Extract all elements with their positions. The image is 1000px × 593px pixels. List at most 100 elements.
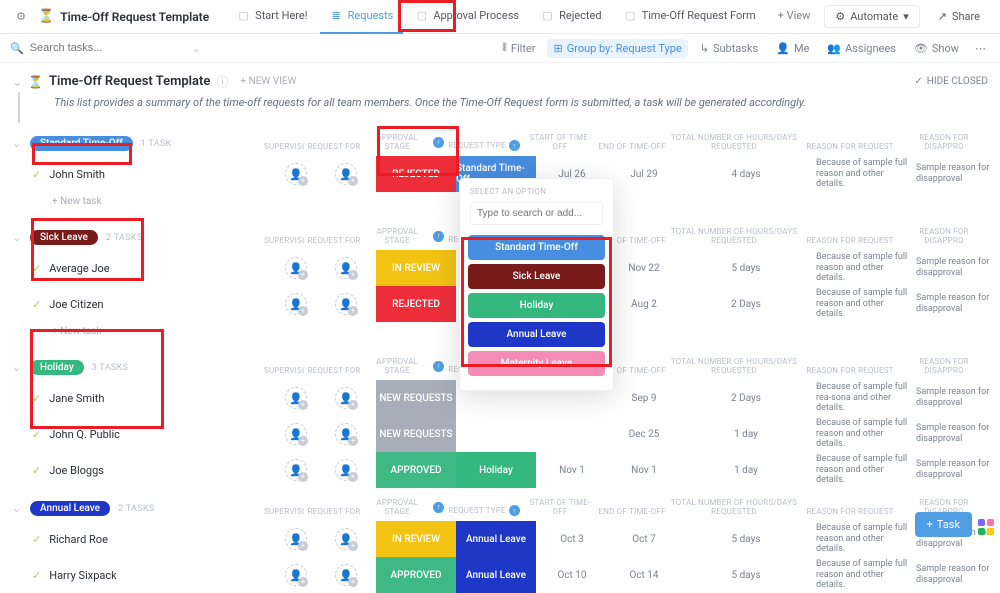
cell-total[interactable]: 5 days [680, 557, 812, 593]
cell-disapproval[interactable]: Sample reason for disapproval [912, 156, 1000, 192]
col-start[interactable]: START OF TIME-OFF [524, 498, 596, 516]
col-total[interactable]: TOTAL NUMBER OF HOURS/DAYS REQUESTED [668, 357, 800, 375]
add-view-button[interactable]: + View [768, 0, 821, 34]
groupby-button[interactable]: ⊞Group by: Request Type [547, 39, 687, 58]
cell-reason[interactable]: Because of sample full rea-sona and othe… [812, 380, 912, 416]
group-toggle-icon[interactable]: ⌄ [12, 502, 30, 515]
col-total[interactable]: TOTAL NUMBER OF HOURS/DAYS REQUESTED [668, 133, 800, 151]
cell-end[interactable]: Dec 25 [608, 416, 680, 452]
info-icon[interactable]: ⓘ [216, 73, 228, 90]
cell-start[interactable]: Nov 1 [536, 452, 608, 488]
cell-end[interactable]: Oct 7 [608, 521, 680, 557]
col-disapproval[interactable]: REASON FOR DISAPPRO [900, 227, 988, 245]
cell-start[interactable] [536, 416, 608, 452]
cell-supervisor[interactable]: 👤+ [276, 156, 316, 192]
share-button[interactable]: ↗Share [928, 6, 990, 27]
cell-request-for[interactable]: 👤+ [316, 452, 376, 488]
assign-avatar[interactable]: 👤+ [335, 163, 357, 185]
col-total[interactable]: TOTAL NUMBER OF HOURS/DAYS REQUESTED [668, 498, 800, 516]
collapse-icon[interactable]: ⌄ [12, 75, 22, 89]
check-icon[interactable]: ✓ [32, 464, 41, 477]
assign-avatar[interactable]: 👤+ [285, 423, 307, 445]
dropdown-option[interactable]: Standard Time-Off [468, 235, 605, 260]
cell-reason[interactable]: Because of sample full reason and other … [812, 286, 912, 322]
col-reason[interactable]: REASON FOR REQUEST [800, 142, 900, 151]
assign-avatar[interactable]: 👤+ [335, 293, 357, 315]
cell-request-for[interactable]: 👤+ [316, 250, 376, 286]
assign-avatar[interactable]: 👤+ [335, 564, 357, 586]
cell-request-type[interactable]: Annual Leave [456, 521, 536, 557]
assign-avatar[interactable]: 👤+ [285, 163, 307, 185]
cell-reason[interactable]: Because of sample full reason and other … [812, 416, 912, 452]
col-end[interactable]: END OF TIME-OFF [596, 507, 668, 516]
cell-request-for[interactable]: 👤+ [316, 380, 376, 416]
automate-button[interactable]: ⚙Automate▾ [824, 5, 919, 28]
cell-supervisor[interactable]: 👤+ [276, 521, 316, 557]
col-supervisor[interactable]: SUPERVISOR [264, 142, 304, 151]
col-reason[interactable]: REASON FOR REQUEST [800, 236, 900, 245]
task-row[interactable]: ✓ Joe Bloggs 👤+ 👤+ APPROVED Holiday Nov … [0, 452, 1000, 488]
tab-start-here[interactable]: ▢Start Here! [227, 0, 317, 34]
col-reason[interactable]: REASON FOR REQUEST [800, 507, 900, 516]
group-chip[interactable]: Holiday [30, 360, 84, 375]
cell-total[interactable]: 2 Days [680, 286, 812, 322]
col-supervisor[interactable]: SUPERVISOR [264, 236, 304, 245]
cell-request-type[interactable]: Annual Leave [456, 557, 536, 593]
cell-supervisor[interactable]: 👤+ [276, 557, 316, 593]
cell-end[interactable]: Nov 1 [608, 452, 680, 488]
tab-requests[interactable]: ≣Requests [320, 0, 404, 34]
group-toggle-icon[interactable]: ⌄ [12, 231, 30, 244]
cell-request-for[interactable]: 👤+ [316, 286, 376, 322]
subtasks-button[interactable]: ↳Subtasks [694, 39, 765, 58]
col-total[interactable]: TOTAL NUMBER OF HOURS/DAYS REQUESTED [668, 227, 800, 245]
cell-approval-stage[interactable]: APPROVED [376, 452, 456, 488]
dropdown-option[interactable]: Maternity Leave [468, 351, 605, 376]
col-request-for[interactable]: REQUEST FOR [304, 142, 364, 151]
col-start[interactable]: START OF TIME-OFF [524, 133, 596, 151]
cell-supervisor[interactable]: 👤+ [276, 416, 316, 452]
col-disapproval[interactable]: REASON FOR DISAPPRO [900, 357, 988, 375]
dropdown-option[interactable]: Sick Leave [468, 264, 605, 289]
cell-supervisor[interactable]: 👤+ [276, 286, 316, 322]
cell-start[interactable]: Oct 10 [536, 557, 608, 593]
cell-disapproval[interactable]: Sample reason for disapproval [912, 416, 1000, 452]
col-disapproval[interactable]: REASON FOR DISAPPRO [900, 133, 988, 151]
assign-avatar[interactable]: 👤+ [285, 459, 307, 481]
assign-avatar[interactable]: 👤+ [335, 459, 357, 481]
check-icon[interactable]: ✓ [32, 298, 41, 311]
filter-button[interactable]: ⫴Filter [496, 38, 541, 58]
settings-icon[interactable]: ⚙ [10, 6, 32, 28]
tab-request-form[interactable]: ▢Time-Off Request Form [614, 0, 766, 34]
cell-supervisor[interactable]: 👤+ [276, 380, 316, 416]
apps-icon[interactable] [976, 517, 996, 537]
cell-total[interactable]: 2 Days [680, 380, 812, 416]
assign-avatar[interactable]: 👤+ [335, 423, 357, 445]
assign-avatar[interactable]: 👤+ [285, 564, 307, 586]
cell-reason[interactable]: Because of sample full reason and other … [812, 521, 912, 557]
check-icon[interactable]: ✓ [32, 533, 41, 546]
group-toggle-icon[interactable]: ⌄ [12, 137, 30, 150]
cell-approval-stage[interactable]: REJECTED [376, 156, 456, 192]
col-request-for[interactable]: REQUEST FOR [304, 366, 364, 375]
assignees-button[interactable]: 👥Assignees [821, 39, 902, 58]
cell-end[interactable]: Nov 22 [608, 250, 680, 286]
assign-avatar[interactable]: 👤+ [335, 528, 357, 550]
check-icon[interactable]: ✓ [32, 392, 41, 405]
more-icon[interactable]: ⋯ [971, 42, 990, 55]
search-chevron-icon[interactable]: ⌄ [192, 42, 201, 55]
assign-avatar[interactable]: 👤+ [285, 257, 307, 279]
cell-total[interactable]: 4 days [680, 156, 812, 192]
col-request-for[interactable]: REQUEST FOR [304, 507, 364, 516]
check-icon[interactable]: ✓ [32, 428, 41, 441]
task-row[interactable]: ✓ Harry Sixpack 👤+ 👤+ APPROVED Annual Le… [0, 557, 1000, 593]
assign-avatar[interactable]: 👤+ [335, 387, 357, 409]
cell-request-for[interactable]: 👤+ [316, 416, 376, 452]
cell-request-for[interactable]: 👤+ [316, 557, 376, 593]
cell-disapproval[interactable]: Sample reason for disapproval [912, 380, 1000, 416]
col-supervisor[interactable]: SUPERVISOR [264, 366, 304, 375]
col-end[interactable]: END OF TIME-OFF [596, 142, 668, 151]
cell-supervisor[interactable]: 👤+ [276, 250, 316, 286]
group-toggle-icon[interactable]: ⌄ [12, 361, 30, 374]
col-approval-stage[interactable]: APPROVAL STAGE↑ [364, 227, 444, 245]
search-input[interactable] [30, 39, 180, 57]
